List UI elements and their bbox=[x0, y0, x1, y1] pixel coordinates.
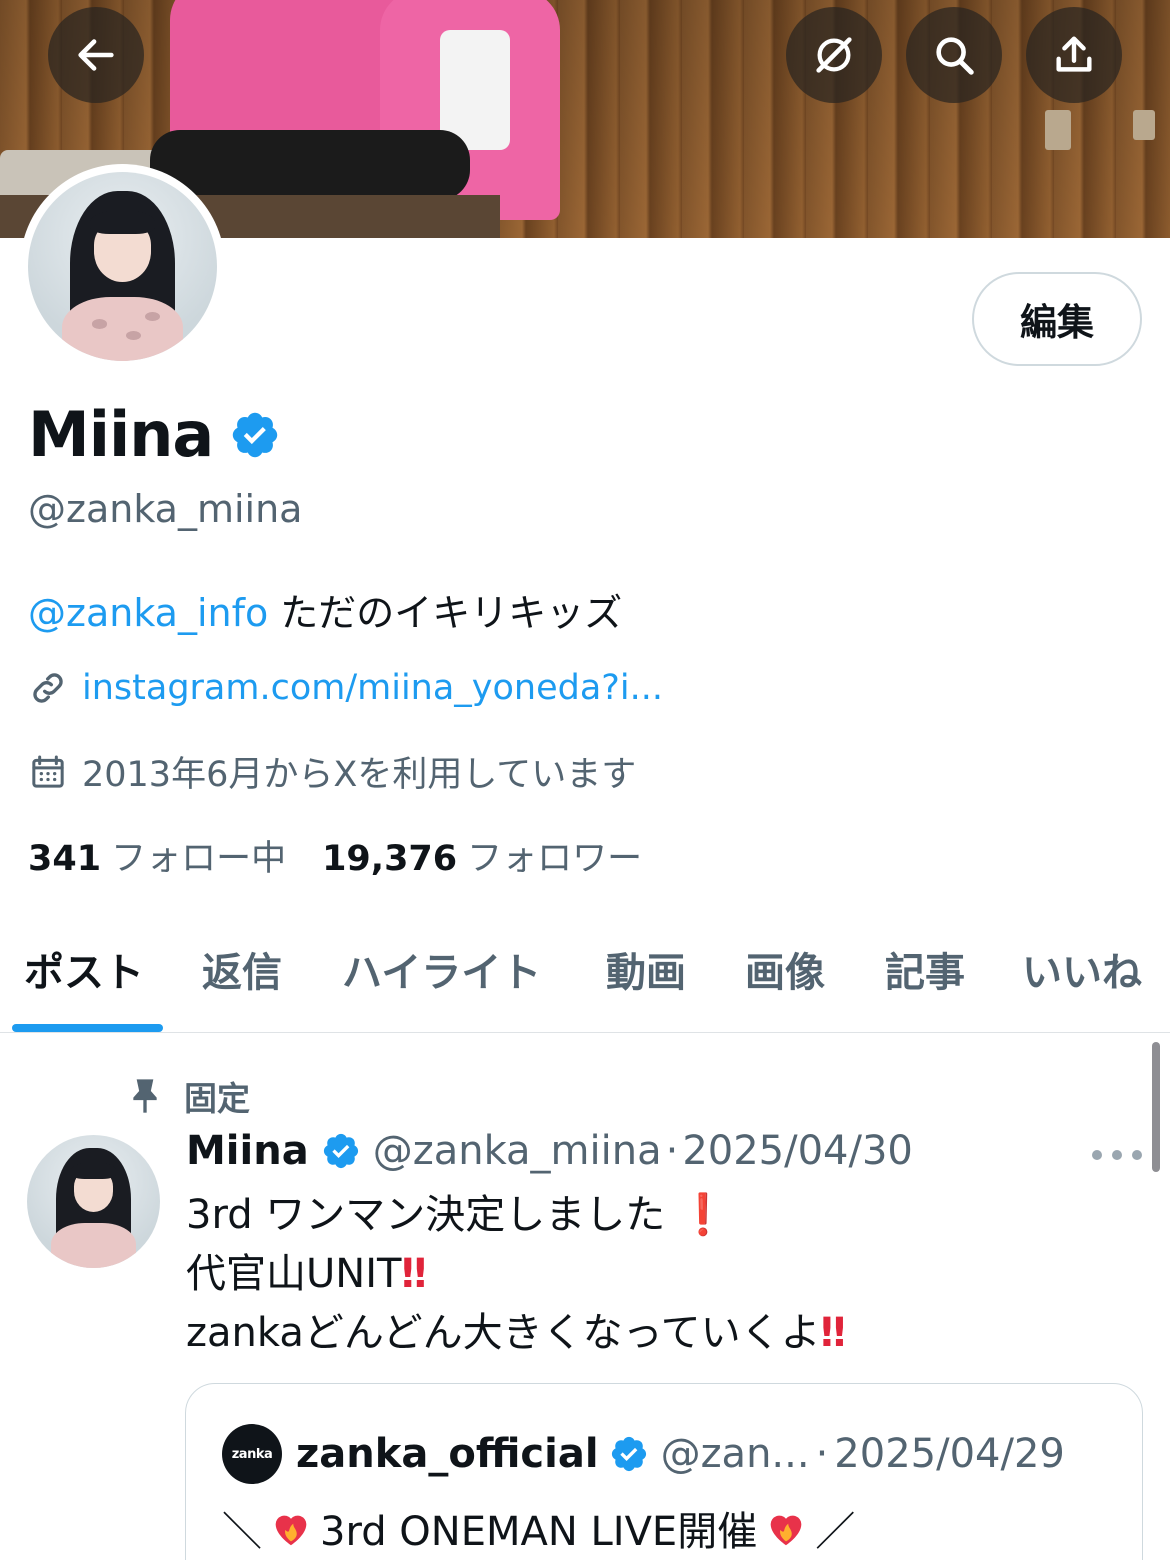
heart-on-fire-icon bbox=[770, 1515, 802, 1546]
verified-badge-icon[interactable] bbox=[321, 1131, 361, 1171]
search-icon bbox=[936, 37, 974, 75]
quoted-author-handle: @zan... bbox=[660, 1431, 810, 1477]
avatar-pattern bbox=[92, 319, 108, 329]
followers-label[interactable]: フォロワー bbox=[467, 830, 642, 881]
edit-profile-button[interactable]: 編集 bbox=[972, 272, 1142, 366]
post-separator: · bbox=[665, 1128, 679, 1174]
post-date[interactable]: 2025/04/30 bbox=[682, 1128, 913, 1174]
share-icon bbox=[1056, 36, 1092, 72]
search-button[interactable] bbox=[906, 7, 1002, 103]
tab-images[interactable]: 画像 bbox=[745, 940, 825, 998]
zanka-logo: zanka bbox=[222, 1424, 282, 1484]
profile-display-name: Miina bbox=[28, 398, 281, 471]
tab-replies[interactable]: 返信 bbox=[202, 940, 282, 998]
link-icon bbox=[33, 673, 63, 703]
double-exclamation-emoji: ‼ bbox=[820, 1310, 846, 1356]
quote-prefix: ＼ bbox=[222, 1509, 262, 1555]
quoted-post-text: ＼ 3rd ONEMAN LIVE開催 ／ bbox=[222, 1499, 855, 1557]
avatar-body bbox=[50, 1222, 137, 1268]
tab-posts[interactable]: ポスト bbox=[24, 940, 144, 998]
calendar-icon bbox=[32, 755, 64, 788]
profile-handle: @zanka_miina bbox=[28, 487, 303, 531]
post-line-text: 代官山UNIT bbox=[186, 1251, 402, 1297]
profile-bio: @zanka_info ただのイキリキッズ bbox=[28, 582, 622, 637]
following-label[interactable]: フォロー中 bbox=[111, 830, 286, 881]
grok-button[interactable] bbox=[786, 7, 882, 103]
banner-outlet bbox=[1133, 110, 1155, 140]
quoted-post-card[interactable]: zanka zanka_official @zan... · 2025/04/2… bbox=[185, 1383, 1143, 1560]
avatar-body bbox=[62, 296, 183, 361]
double-exclamation-emoji: ‼ bbox=[401, 1251, 427, 1297]
post-more-button[interactable] bbox=[1092, 1150, 1142, 1160]
post-author-handle[interactable]: @zanka_miina bbox=[373, 1128, 662, 1174]
post-line: 3rd ワンマン決定しました ❗ bbox=[186, 1186, 846, 1245]
avatar-bangs bbox=[70, 1161, 117, 1179]
bio-text: ただのイキリキッズ bbox=[268, 591, 623, 635]
post-line-text: zankaどんどん大きくなっていくよ bbox=[186, 1310, 821, 1356]
more-dot bbox=[1092, 1150, 1102, 1160]
post-author-name[interactable]: Miina bbox=[186, 1128, 309, 1174]
pin-icon bbox=[133, 1079, 157, 1113]
tab-likes[interactable]: いいね bbox=[1022, 940, 1142, 998]
tab-videos[interactable]: 動画 bbox=[606, 940, 686, 998]
pinned-indicator: 固定 bbox=[128, 1072, 250, 1120]
quoted-post-header: zanka zanka_official @zan... · 2025/04/2… bbox=[222, 1424, 1065, 1484]
grok-icon bbox=[816, 37, 852, 73]
arrow-left-icon bbox=[78, 39, 114, 71]
exclamation-emoji: ❗ bbox=[678, 1192, 728, 1238]
quote-suffix: ／ bbox=[815, 1509, 856, 1555]
share-button[interactable] bbox=[1026, 7, 1122, 103]
profile-link-row: instagram.com/miina_yoneda?i... bbox=[28, 668, 663, 708]
banner-outlet bbox=[1045, 110, 1071, 150]
active-tab-indicator bbox=[12, 1024, 163, 1032]
follow-stats: 341 フォロー中 19,376 フォロワー bbox=[28, 830, 678, 881]
more-dot bbox=[1132, 1150, 1142, 1160]
quoted-separator: · bbox=[815, 1431, 829, 1477]
avatar-bangs bbox=[90, 209, 155, 235]
verified-badge-icon[interactable] bbox=[229, 409, 281, 461]
bio-mention-link[interactable]: @zanka_info bbox=[28, 591, 268, 635]
followers-count[interactable]: 19,376 bbox=[322, 839, 457, 879]
banner-legs bbox=[150, 130, 470, 200]
quoted-date: 2025/04/29 bbox=[834, 1431, 1065, 1477]
post-line: zankaどんどん大きくなっていくよ‼ bbox=[186, 1304, 846, 1363]
post-header: Miina @zanka_miina · 2025/04/30 bbox=[186, 1128, 913, 1174]
quoted-author-name: zanka_official bbox=[296, 1431, 599, 1477]
post-line: 代官山UNIT‼ bbox=[186, 1245, 846, 1304]
scrollbar[interactable] bbox=[1152, 1042, 1160, 1172]
following-count[interactable]: 341 bbox=[28, 839, 101, 879]
profile-joined-row: 2013年6月からXを利用しています bbox=[28, 746, 636, 797]
verified-badge-icon bbox=[611, 1436, 646, 1472]
post-line-text: 3rd ワンマン決定しました bbox=[186, 1192, 666, 1238]
tab-highlights[interactable]: ハイライト bbox=[342, 940, 541, 998]
display-name-text: Miina bbox=[28, 398, 214, 471]
profile-website-link[interactable]: instagram.com/miina_yoneda?i... bbox=[82, 668, 663, 708]
tab-articles[interactable]: 記事 bbox=[885, 940, 965, 998]
avatar-image bbox=[28, 172, 217, 361]
pinned-label: 固定 bbox=[184, 1079, 250, 1118]
post-body: 3rd ワンマン決定しました ❗ 代官山UNIT‼ zankaどんどん大きくなっ… bbox=[186, 1186, 846, 1363]
post-author-avatar[interactable] bbox=[27, 1135, 160, 1268]
more-dot bbox=[1112, 1150, 1122, 1160]
joined-date-text: 2013年6月からXを利用しています bbox=[82, 755, 637, 795]
quote-main: 3rd ONEMAN LIVE開催 bbox=[320, 1509, 758, 1555]
back-button[interactable] bbox=[48, 7, 144, 103]
profile-tabs: ポスト 返信 ハイライト 動画 画像 記事 いいね bbox=[0, 930, 1170, 1033]
profile-avatar[interactable] bbox=[20, 164, 225, 369]
heart-on-fire-icon bbox=[275, 1515, 307, 1546]
